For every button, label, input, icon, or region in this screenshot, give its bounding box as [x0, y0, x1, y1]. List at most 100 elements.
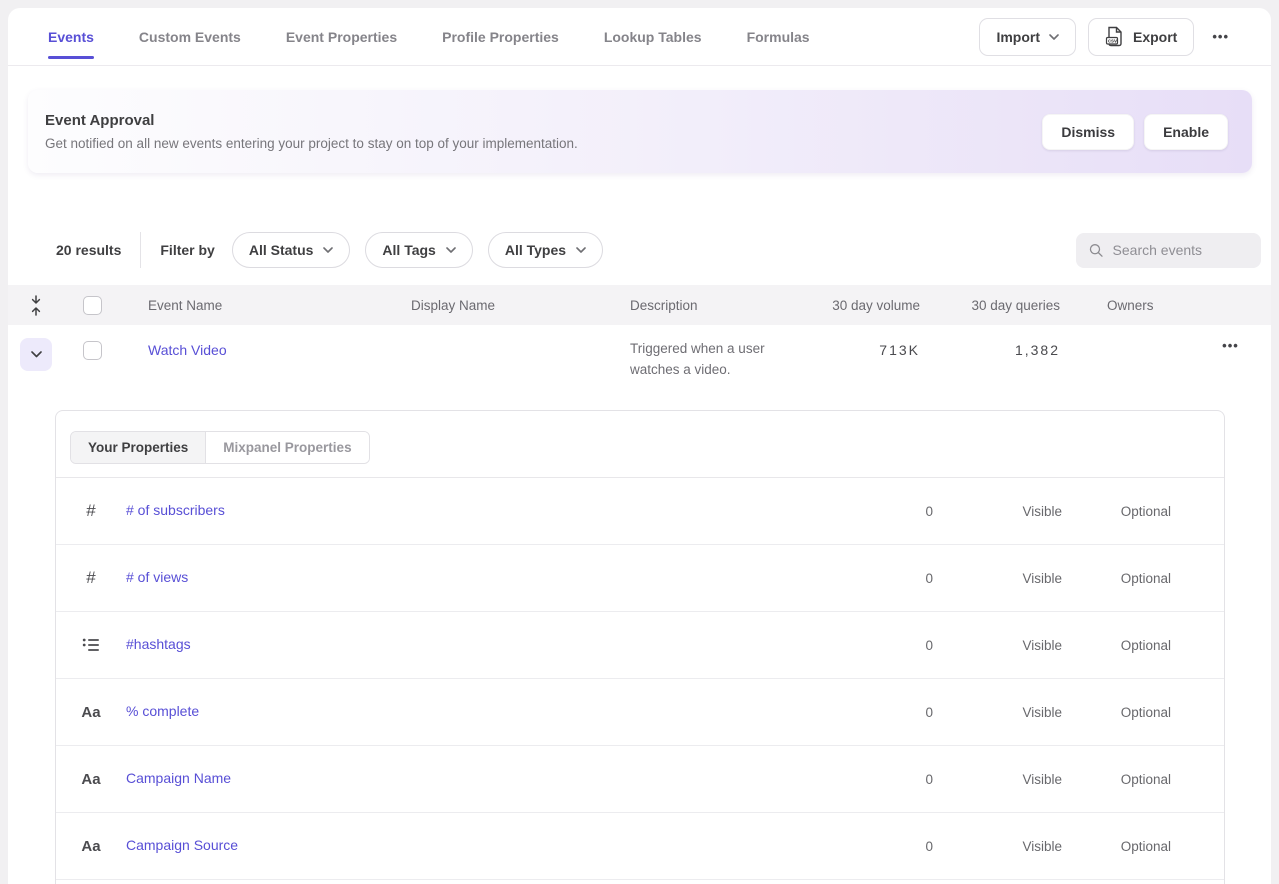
collapse-rows-icon	[29, 295, 43, 316]
col-event-name: Event Name	[120, 298, 411, 313]
number-type-icon: #	[86, 568, 95, 588]
property-row: # # of views 0 Visible Optional	[56, 545, 1224, 612]
property-value: 0	[813, 571, 933, 586]
property-requirement: Optional	[1062, 705, 1171, 720]
property-visibility: Visible	[933, 839, 1062, 854]
tab-your-properties[interactable]: Your Properties	[71, 432, 205, 463]
search-events-box[interactable]	[1076, 233, 1261, 268]
tags-filter-dropdown[interactable]: All Tags	[365, 232, 472, 268]
nav-actions: Import csv Export •••	[979, 18, 1235, 56]
col-owners: Owners	[1060, 298, 1190, 313]
property-value: 0	[813, 772, 933, 787]
banner-actions: Dismiss Enable	[1042, 114, 1228, 150]
tab-events-label: Events	[48, 29, 94, 45]
property-row: Aa Campaign Name 0 Visible Optional	[56, 746, 1224, 813]
property-requirement: Optional	[1062, 571, 1171, 586]
tab-mixpanel-properties[interactable]: Mixpanel Properties	[205, 432, 368, 463]
queries-cell: 1,382	[1015, 342, 1060, 358]
owners-cell	[1060, 325, 1190, 342]
property-requirement: Optional	[1062, 638, 1171, 653]
status-filter-dropdown[interactable]: All Status	[232, 232, 351, 268]
nav-tabs: Events Custom Events Event Properties Pr…	[48, 23, 810, 51]
banner-title: Event Approval	[45, 112, 578, 129]
col-30-day-queries: 30 day queries	[920, 298, 1060, 313]
chevron-down-icon	[323, 247, 333, 253]
banner-subtitle: Get notified on all new events entering …	[45, 136, 578, 151]
banner-text: Event Approval Get notified on all new e…	[45, 112, 578, 151]
col-display-name: Display Name	[411, 298, 630, 313]
svg-text:csv: csv	[1108, 39, 1117, 45]
property-name-link[interactable]: % complete	[126, 703, 199, 719]
property-value: 0	[813, 638, 933, 653]
csv-file-icon: csv	[1105, 26, 1124, 47]
active-tab-underline	[48, 56, 94, 59]
types-filter-dropdown[interactable]: All Types	[488, 232, 603, 268]
tab-events[interactable]: Events	[48, 23, 94, 51]
chevron-down-icon	[1049, 34, 1059, 40]
table-row: Watch Video Triggered when a user watche…	[8, 325, 1271, 395]
text-type-icon: Aa	[81, 838, 100, 855]
row-checkbox[interactable]	[83, 341, 102, 360]
lexicon-page: Events Custom Events Event Properties Pr…	[0, 0, 1279, 884]
property-visibility: Visible	[933, 571, 1062, 586]
property-value: 0	[813, 504, 933, 519]
chevron-down-icon	[446, 247, 456, 253]
event-approval-banner: Event Approval Get notified on all new e…	[28, 90, 1252, 173]
import-button-label: Import	[996, 29, 1040, 45]
search-icon	[1089, 242, 1104, 259]
property-name-link[interactable]: Campaign Name	[126, 770, 231, 786]
content-card: Events Custom Events Event Properties Pr…	[8, 8, 1271, 884]
export-button[interactable]: csv Export	[1088, 18, 1194, 56]
top-nav: Events Custom Events Event Properties Pr…	[8, 8, 1271, 66]
property-name-link[interactable]: Campaign Source	[126, 837, 238, 853]
tab-lookup-tables[interactable]: Lookup Tables	[604, 23, 702, 51]
filter-bar: 20 results Filter by All Status All Tags…	[8, 232, 1271, 268]
search-events-input[interactable]	[1113, 242, 1251, 258]
chevron-down-icon	[576, 247, 586, 253]
col-30-day-volume: 30 day volume	[810, 298, 920, 313]
results-count: 20 results	[56, 242, 121, 258]
more-menu-button[interactable]: •••	[1206, 29, 1235, 44]
text-type-icon: Aa	[81, 704, 100, 721]
ellipsis-icon: •••	[1222, 338, 1239, 353]
property-row: Aa % complete 0 Visible Optional	[56, 679, 1224, 746]
filter-by-label: Filter by	[160, 242, 214, 258]
text-type-icon: Aa	[81, 771, 100, 788]
properties-tab-control: Your Properties Mixpanel Properties	[70, 431, 370, 464]
property-value: 0	[813, 705, 933, 720]
property-requirement: Optional	[1062, 839, 1171, 854]
row-more-button[interactable]: •••	[1216, 338, 1245, 353]
tab-formulas[interactable]: Formulas	[747, 23, 810, 51]
property-visibility: Visible	[933, 705, 1062, 720]
tab-custom-events[interactable]: Custom Events	[139, 23, 241, 51]
select-all-checkbox[interactable]	[83, 296, 102, 315]
ellipsis-icon: •••	[1212, 29, 1229, 44]
event-name-link[interactable]: Watch Video	[148, 342, 227, 358]
col-description: Description	[630, 298, 810, 313]
description-cell: Triggered when a user watches a video.	[630, 325, 810, 380]
property-requirement: Optional	[1062, 772, 1171, 787]
dismiss-button[interactable]: Dismiss	[1042, 114, 1134, 150]
property-row: Aa Campaign Source 0 Visible Optional	[56, 813, 1224, 880]
property-row: # # of subscribers 0 Visible Optional	[56, 478, 1224, 545]
properties-tabs-bar: Your Properties Mixpanel Properties	[56, 411, 1224, 478]
chevron-down-icon	[31, 351, 42, 358]
tab-profile-properties[interactable]: Profile Properties	[442, 23, 559, 51]
list-type-icon	[82, 637, 100, 653]
property-value: 0	[813, 839, 933, 854]
collapse-all-cell[interactable]	[8, 295, 64, 316]
property-name-link[interactable]: #hashtags	[126, 636, 191, 652]
import-button[interactable]: Import	[979, 18, 1076, 56]
events-table-header: Event Name Display Name Description 30 d…	[8, 285, 1271, 325]
collapse-row-button[interactable]	[20, 338, 52, 371]
number-type-icon: #	[86, 501, 95, 521]
enable-button[interactable]: Enable	[1144, 114, 1228, 150]
property-name-link[interactable]: # of subscribers	[126, 502, 225, 518]
property-requirement: Optional	[1062, 504, 1171, 519]
divider	[140, 232, 141, 268]
property-name-link[interactable]: # of views	[126, 569, 188, 585]
property-row: #hashtags 0 Visible Optional	[56, 612, 1224, 679]
tab-event-properties[interactable]: Event Properties	[286, 23, 397, 51]
display-name-cell	[411, 325, 630, 342]
property-visibility: Visible	[933, 504, 1062, 519]
